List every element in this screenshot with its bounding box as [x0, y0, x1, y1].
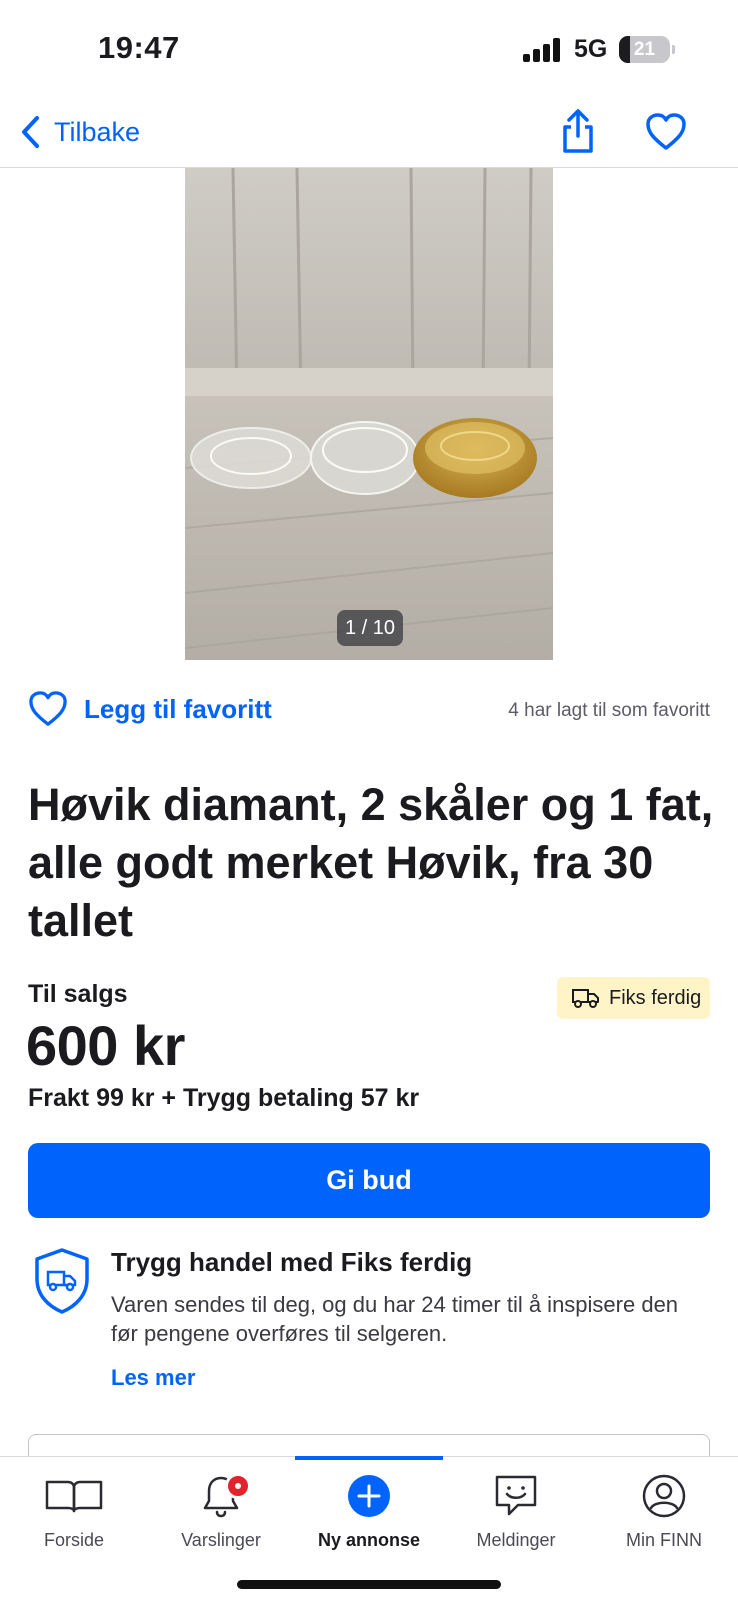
add-favorite-button[interactable]: Legg til favoritt [28, 690, 272, 728]
sale-type: Til salgs [28, 980, 128, 1008]
chevron-left-icon [22, 116, 39, 148]
bottom-tab-bar: Forside Varslinger Ny annonse Meldinger … [0, 1456, 738, 1600]
tab-label: Ny annonse [317, 1530, 421, 1550]
fiks-ferdig-badge: Fiks ferdig [557, 977, 710, 1019]
heart-icon [646, 113, 686, 150]
add-favorite-label: Legg til favoritt [84, 693, 272, 724]
tab-label: Min FINN [626, 1530, 702, 1550]
give-bid-button[interactable]: Gi bud [28, 1143, 710, 1218]
share-button[interactable] [558, 108, 598, 154]
badge-label: Fiks ferdig [609, 986, 702, 1009]
shield-truck-icon [35, 1248, 89, 1314]
profile-icon [642, 1474, 686, 1518]
read-more-link[interactable]: Les mer [111, 1365, 195, 1391]
tab-ny-annonse[interactable]: Ny annonse [295, 1457, 443, 1557]
safe-trade-info: Trygg handel med Fiks ferdig Varen sende… [28, 1245, 718, 1395]
battery-level: 21 [633, 39, 656, 60]
ad-title: Høvik diamant, 2 skåler og 1 fat, alle g… [28, 779, 714, 946]
listing-photo [185, 168, 553, 660]
price: 600 kr [26, 1014, 185, 1077]
chat-icon [495, 1475, 537, 1516]
safe-trade-text: Varen sendes til deg, og du har 24 timer… [111, 1292, 679, 1346]
delivery-truck-icon [572, 989, 599, 1008]
notification-badge [225, 1473, 251, 1499]
favorite-row: Legg til favoritt 4 har lagt til som fav… [28, 688, 710, 734]
tab-label: Meldinger [476, 1530, 556, 1550]
plus-icon [348, 1475, 390, 1517]
book-icon [45, 1480, 103, 1513]
tab-label: Forside [43, 1530, 105, 1550]
top-nav-bar: Tilbake [0, 100, 738, 168]
favorite-button[interactable] [645, 112, 687, 152]
network-type: 5G [574, 35, 608, 63]
shipping-cost: Frakt 99 kr + Trygg betaling 57 kr [28, 1084, 420, 1112]
back-button[interactable]: Tilbake [20, 112, 140, 152]
tab-meldinger[interactable]: Meldinger [442, 1457, 590, 1557]
home-indicator [237, 1580, 501, 1589]
favorite-count: 4 har lagt til som favoritt [508, 700, 710, 721]
safe-trade-title: Trygg handel med Fiks ferdig [111, 1247, 473, 1277]
tab-min-finn[interactable]: Min FINN [590, 1457, 738, 1557]
image-counter: 1 / 10 [337, 610, 403, 646]
tab-forside[interactable]: Forside [0, 1457, 148, 1557]
heart-icon [29, 691, 67, 726]
tab-varslinger[interactable]: Varslinger [147, 1457, 295, 1557]
tab-label: Varslinger [181, 1530, 261, 1550]
status-bar: 19:47 5G 21 [0, 0, 738, 100]
image-gallery[interactable]: 1 / 10 [185, 168, 553, 660]
battery-icon: 21 [619, 36, 675, 63]
status-time: 19:47 [98, 30, 180, 65]
signal-icon [523, 38, 561, 62]
back-label: Tilbake [54, 116, 141, 147]
share-icon [563, 109, 593, 153]
